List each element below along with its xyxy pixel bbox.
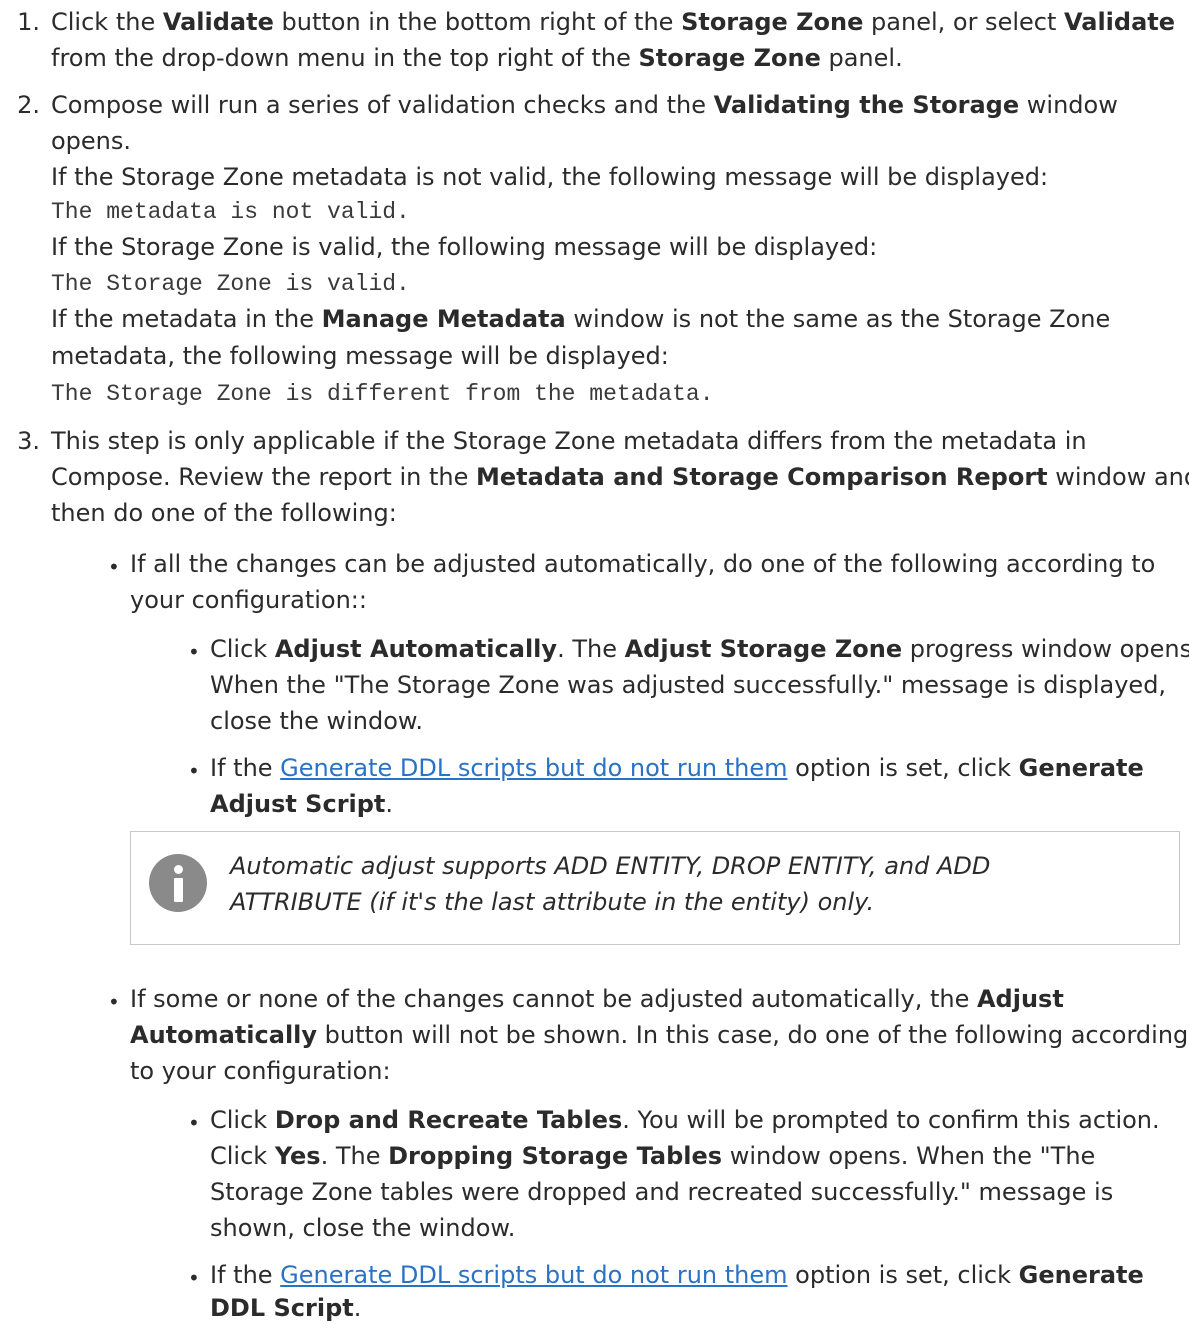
note-box: Automatic adjust supports ADD ENTITY, DR… (130, 831, 1180, 945)
bold-term: Storage Zone (638, 44, 821, 72)
text: option is set, click (787, 754, 1019, 782)
text: panel. (820, 44, 903, 72)
text: If the (210, 754, 281, 782)
bold-term: Adjust Automatically (274, 635, 558, 663)
bold-term: Generate (1018, 1261, 1144, 1289)
text: Compose. Review the report in the (51, 463, 476, 491)
text: Click (210, 1106, 275, 1134)
step-2-line: opens. (51, 127, 132, 155)
step-number: 3. (17, 427, 40, 455)
code-message: The Storage Zone is different from the m… (51, 381, 714, 407)
text: window is not the same as the Storage Zo… (565, 305, 1111, 333)
bullet: • (188, 640, 200, 664)
text: progress window opens. (902, 635, 1189, 663)
text: from the drop-down menu in the top right… (51, 44, 639, 72)
step-1-line: from the drop-down menu in the top right… (51, 40, 903, 76)
text: option is set, click (787, 1261, 1019, 1289)
option-b-line: If some or none of the changes cannot be… (130, 981, 1064, 1017)
text: . The (557, 635, 625, 663)
generate-ddl-scripts-link[interactable]: Generate DDL scripts but do not run them (280, 1261, 787, 1289)
bold-term: Validating the Storage (713, 91, 1020, 119)
sub-item-line: Click Yes. The Dropping Storage Tables w… (210, 1138, 1095, 1174)
bold-term: Metadata and Storage Comparison Report (476, 463, 1048, 491)
text: button will not be shown. In this case, … (317, 1021, 1189, 1049)
bold-term: Drop and Recreate Tables (274, 1106, 623, 1134)
sub-item-line: When the "The Storage Zone was adjusted … (210, 671, 1167, 699)
sub-item-line: Click Adjust Automatically. The Adjust S… (210, 631, 1189, 667)
text: Click (210, 1142, 275, 1170)
bullet: • (188, 1266, 200, 1290)
option-a-line: If all the changes can be adjusted autom… (130, 550, 1156, 578)
bullet: • (108, 555, 120, 579)
bold-term: Generate (1018, 754, 1144, 782)
bold-term: Dropping Storage Tables (388, 1142, 723, 1170)
bold-term: Manage Metadata (321, 305, 566, 333)
step-1-line: Click the Validate button in the bottom … (51, 4, 1175, 40)
sub-item-line: close the window. (210, 707, 423, 735)
step-2-line: If the metadata in the Manage Metadata w… (51, 301, 1110, 337)
bold-term: Storage Zone (681, 8, 864, 36)
bold-term: Automatically (130, 1021, 318, 1049)
sub-item-line: Adjust Script. (210, 786, 393, 822)
bold-term: Adjust Storage Zone (624, 635, 903, 663)
step-2-line: metadata, the following message will be … (51, 342, 669, 370)
option-b-line: to your configuration: (130, 1057, 391, 1085)
text: button in the bottom right of the (273, 8, 682, 36)
text: If some or none of the changes cannot be… (130, 985, 977, 1013)
bold-term: Validate (162, 8, 274, 36)
step-number: 2. (17, 91, 40, 119)
step-3-line: This step is only applicable if the Stor… (51, 427, 1087, 455)
text: Click the (51, 8, 163, 36)
bullet: • (188, 759, 200, 783)
sub-item-line: If the Generate DDL scripts but do not r… (210, 750, 1144, 786)
bold-term: DDL Script (210, 1294, 354, 1322)
note-line: ATTRIBUTE (if it's the last attribute in… (230, 888, 875, 916)
info-icon (149, 854, 207, 912)
generate-ddl-scripts-link[interactable]: Generate DDL scripts but do not run them (280, 754, 787, 782)
text: Click (210, 635, 275, 663)
text: . (353, 1294, 362, 1322)
bold-term: Adjust Script (210, 790, 386, 818)
text: window opens. When the "The (722, 1142, 1096, 1170)
text: Compose will run a series of validation … (51, 91, 714, 119)
note-text: Automatic adjust supports ADD ENTITY, DR… (230, 848, 990, 920)
step-2-line: Compose will run a series of validation … (51, 87, 1118, 123)
code-message: The metadata is not valid. (51, 199, 410, 225)
sub-item-line: Click Drop and Recreate Tables. You will… (210, 1102, 1160, 1138)
text: . You will be prompted to confirm this a… (622, 1106, 1160, 1134)
option-b-line: Automatically button will not be shown. … (130, 1017, 1188, 1053)
step-3-line: Compose. Review the report in the Metada… (51, 459, 1189, 495)
sub-item-line: Storage Zone tables were dropped and rec… (210, 1178, 1114, 1206)
option-a-line: your configuration:: (130, 586, 367, 614)
code-message: The Storage Zone is valid. (51, 271, 410, 297)
note-line: Automatic adjust supports ADD ENTITY, DR… (230, 852, 991, 880)
sub-item-line: DDL Script. (210, 1290, 361, 1326)
info-icon-dot (174, 865, 183, 874)
bold-term: Validate (1064, 8, 1176, 36)
text: window and (1047, 463, 1189, 491)
step-2-line: If the Storage Zone metadata is not vali… (51, 163, 1049, 191)
step-3-line: then do one of the following: (51, 499, 397, 527)
info-icon-bar (174, 878, 183, 902)
text: If the (210, 1261, 281, 1289)
step-number: 1. (17, 8, 40, 36)
bold-term: Adjust (976, 985, 1064, 1013)
bullet: • (188, 1111, 200, 1135)
bold-term: Yes (274, 1142, 321, 1170)
text: . The (320, 1142, 389, 1170)
text: If the metadata in the (51, 305, 322, 333)
text: window (1019, 91, 1118, 119)
step-2-line: If the Storage Zone is valid, the follow… (51, 233, 878, 261)
sub-item-line: shown, close the window. (210, 1214, 516, 1242)
bullet: • (108, 990, 120, 1014)
sub-item-line: If the Generate DDL scripts but do not r… (210, 1257, 1144, 1293)
text: . (385, 790, 394, 818)
text: panel, or select (863, 8, 1064, 36)
